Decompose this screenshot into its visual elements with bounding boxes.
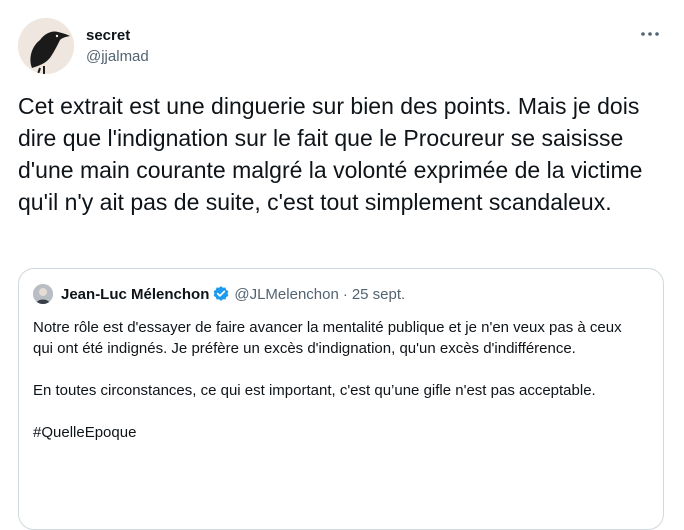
avatar[interactable] [18,18,74,74]
verified-badge-icon [214,286,229,301]
display-name[interactable]: secret [86,26,149,45]
tweet-header: secret @jjalmad [18,18,666,78]
quoted-tweet[interactable]: Jean-Luc Mélenchon @JLMelenchon · 25 sep… [18,268,664,530]
quoted-paragraph-1: Notre rôle est d'essayer de faire avance… [33,319,622,357]
quoted-handle[interactable]: @JLMelenchon [234,286,338,303]
more-options-button[interactable] [638,24,662,44]
quoted-date[interactable]: 25 sept. [352,286,405,303]
quoted-paragraph-2: En toutes circonstances, ce qui est impo… [33,382,596,399]
crow-avatar-icon [18,18,74,74]
tweet-text: Cet extrait est une dinguerie sur bien d… [18,93,649,215]
hashtag-link[interactable]: #QuelleEpoque [33,422,643,443]
separator-dot: · [342,285,348,303]
quoted-avatar [33,284,53,304]
person-avatar-icon [33,284,53,304]
user-handle[interactable]: @jjalmad [86,47,149,67]
quoted-display-name[interactable]: Jean-Luc Mélenchon [61,286,209,303]
quoted-tweet-header: Jean-Luc Mélenchon @JLMelenchon · 25 sep… [33,283,405,305]
more-horizontal-icon [641,32,659,36]
quoted-tweet-body: Notre rôle est d'essayer de faire avance… [33,317,643,464]
